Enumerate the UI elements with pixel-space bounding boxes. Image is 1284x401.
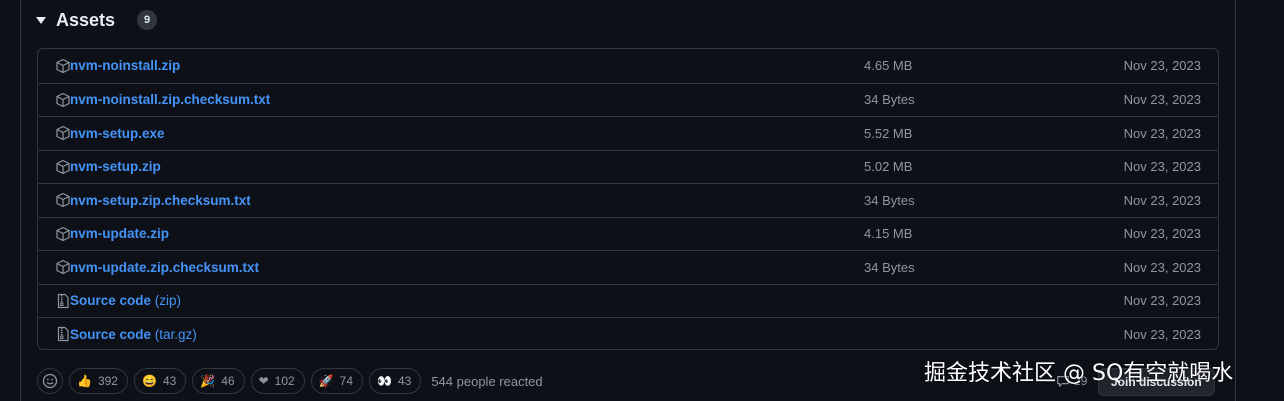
package-icon xyxy=(55,259,71,275)
asset-date: Nov 23, 2023 xyxy=(1123,159,1201,175)
asset-size: 34 Bytes xyxy=(864,192,915,208)
asset-size: 5.52 MB xyxy=(864,125,913,141)
watermark: 掘金技术社区 @ SQ有空就喝水 xyxy=(924,361,1234,386)
asset-link[interactable]: nvm-setup.zip xyxy=(70,159,161,174)
asset-row: nvm-update.zip 4.15 MB Nov 23, 2023 xyxy=(38,216,1218,251)
asset-name: nvm-noinstall.zip xyxy=(70,58,181,74)
add-reaction-button[interactable] xyxy=(37,368,63,394)
asset-name: nvm-update.zip xyxy=(70,226,170,242)
asset-link[interactable]: nvm-noinstall.zip xyxy=(70,58,180,73)
reaction-count: 43 xyxy=(397,374,412,388)
asset-link[interactable]: nvm-setup.zip.checksum.txt xyxy=(70,193,251,208)
reaction-button[interactable]: ❤ 102 xyxy=(250,368,305,394)
asset-name: Source code xyxy=(70,293,152,309)
reaction-button[interactable]: 🎉 46 xyxy=(192,368,245,394)
asset-date: Nov 23, 2023 xyxy=(1123,58,1201,74)
asset-link[interactable]: nvm-setup.exe xyxy=(70,126,165,141)
reaction-button[interactable]: 👍 392 xyxy=(69,368,128,394)
asset-name: nvm-update.zip.checksum.txt xyxy=(70,259,260,275)
reaction-button[interactable]: 🚀 74 xyxy=(310,368,364,394)
assets-header[interactable]: Assets 9 xyxy=(36,6,158,34)
asset-size: 4.15 MB xyxy=(864,226,913,242)
heart-icon: ❤ xyxy=(258,374,269,388)
asset-row: nvm-noinstall.zip 4.65 MB Nov 23, 2023 xyxy=(38,49,1218,83)
asset-date: Nov 23, 2023 xyxy=(1123,226,1201,242)
asset-name: nvm-setup.exe xyxy=(70,125,165,141)
assets-list: nvm-noinstall.zip 4.65 MB Nov 23, 2023 nvm-… xyxy=(37,48,1219,350)
caret-down-icon[interactable] xyxy=(36,16,46,24)
package-icon xyxy=(55,58,71,74)
asset-name: Source code xyxy=(70,326,152,342)
rocket-icon: 🚀 xyxy=(318,374,334,388)
asset-link[interactable]: nvm-update.zip xyxy=(70,226,169,241)
reaction-count: 43 xyxy=(162,374,177,388)
reaction-button[interactable]: 👀 43 xyxy=(369,368,422,394)
smile-icon: 😄 xyxy=(141,374,157,388)
asset-date: Nov 23, 2023 xyxy=(1123,125,1201,141)
asset-row: Source code (zip) Nov 23, 2023 xyxy=(38,283,1218,318)
asset-name: nvm-setup.zip.checksum.txt xyxy=(70,192,251,208)
asset-row: Source code (tar.gz) Nov 23, 2023 xyxy=(38,317,1218,349)
reactions-summary: 544 people reacted xyxy=(431,373,543,389)
asset-date: Nov 23, 2023 xyxy=(1123,92,1201,108)
asset-link[interactable]: nvm-noinstall.zip.checksum.txt xyxy=(70,92,270,107)
file-zip-icon xyxy=(55,293,71,309)
reaction-button[interactable]: 😄 43 xyxy=(133,368,187,394)
reaction-count: 392 xyxy=(97,374,118,388)
asset-row: nvm-noinstall.zip.checksum.txt 34 Bytes No… xyxy=(38,82,1218,117)
assets-count-badge: 9 xyxy=(137,10,158,30)
asset-link[interactable]: nvm-update.zip.checksum.txt xyxy=(70,260,259,275)
reaction-count: 102 xyxy=(274,374,295,388)
asset-link[interactable]: Source code (tar.gz) xyxy=(70,327,197,342)
asset-ext: (zip) xyxy=(154,293,182,309)
asset-date: Nov 23, 2023 xyxy=(1123,192,1201,208)
asset-size: 34 Bytes xyxy=(864,92,915,108)
reactions-bar: 👍 392 😄 43 🎉 46 ❤ 102 🚀 74 👀 43 544 people reacted xyxy=(37,367,543,395)
asset-row: nvm-setup.zip.checksum.txt 34 Bytes Nov 23… xyxy=(38,183,1218,217)
asset-size: 4.65 MB xyxy=(864,58,913,74)
assets-title[interactable]: Assets xyxy=(56,10,115,31)
asset-date: Nov 23, 2023 xyxy=(1123,259,1201,275)
package-icon xyxy=(55,226,71,242)
asset-link[interactable]: Source code (zip) xyxy=(70,293,181,308)
thumbs-up-icon: 👍 xyxy=(77,374,92,388)
asset-row: nvm-setup.exe 5.52 MB Nov 23, 2023 xyxy=(38,116,1218,150)
package-icon xyxy=(55,159,71,175)
reaction-count: 74 xyxy=(339,374,354,388)
smiley-icon xyxy=(42,373,58,389)
asset-size: 5.02 MB xyxy=(864,159,913,175)
asset-name: nvm-setup.zip xyxy=(70,159,161,175)
eyes-icon: 👀 xyxy=(377,374,392,388)
reaction-count: 46 xyxy=(221,374,235,388)
asset-row: nvm-update.zip.checksum.txt 34 Bytes Nov 2… xyxy=(38,250,1218,284)
asset-ext: (tar.gz) xyxy=(154,326,197,342)
file-zip-icon xyxy=(55,326,71,342)
tada-icon: 🎉 xyxy=(200,374,216,388)
package-icon xyxy=(55,92,71,108)
asset-name: nvm-noinstall.zip.checksum.txt xyxy=(70,92,271,108)
asset-size: 34 Bytes xyxy=(864,259,915,275)
asset-date: Nov 23, 2023 xyxy=(1123,326,1201,342)
package-icon xyxy=(55,192,71,208)
asset-row: nvm-setup.zip 5.02 MB Nov 23, 2023 xyxy=(38,149,1218,184)
asset-date: Nov 23, 2023 xyxy=(1123,293,1201,309)
package-icon xyxy=(55,125,71,141)
